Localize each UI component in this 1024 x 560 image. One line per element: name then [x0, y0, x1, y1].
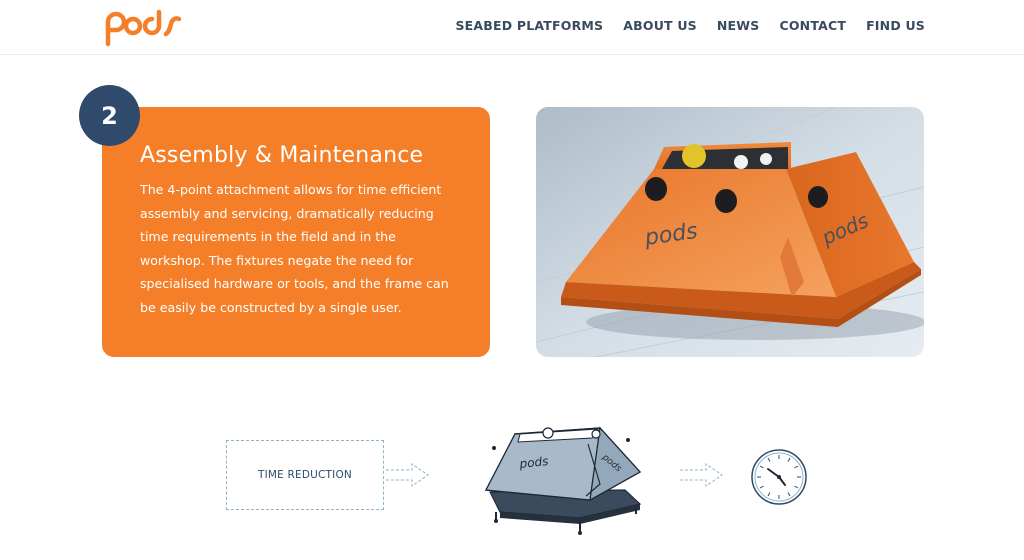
nav-find-us[interactable]: FIND US	[866, 18, 925, 33]
step-badge: 2	[79, 85, 140, 146]
dashed-arrow-icon-2	[680, 463, 723, 487]
site-header: SEABED PLATFORMS ABOUT US NEWS CONTACT F…	[0, 0, 1024, 55]
feature-title: Assembly & Maintenance	[140, 143, 424, 168]
pods-logo[interactable]	[103, 4, 187, 50]
main-nav: SEABED PLATFORMS ABOUT US NEWS CONTACT F…	[455, 18, 925, 33]
nav-news[interactable]: NEWS	[717, 18, 760, 33]
clock-icon	[751, 449, 807, 505]
product-photo: pods pods	[536, 107, 924, 357]
nav-contact[interactable]: CONTACT	[779, 18, 846, 33]
pod-frame-drawing: pods pods	[484, 426, 642, 535]
feature-card: Assembly & Maintenance The 4-point attac…	[102, 107, 490, 357]
dashed-arrow-icon	[386, 463, 429, 487]
feature-description: The 4-point attachment allows for time e…	[140, 182, 449, 315]
time-reduction-label: TIME REDUCTION	[257, 469, 352, 481]
time-reduction-box: TIME REDUCTION	[226, 440, 384, 510]
nav-seabed-platforms[interactable]: SEABED PLATFORMS	[455, 18, 603, 33]
nav-about-us[interactable]: ABOUT US	[623, 18, 697, 33]
time-reduction-diagram: TIME REDUCTION pods pods	[0, 420, 1024, 560]
